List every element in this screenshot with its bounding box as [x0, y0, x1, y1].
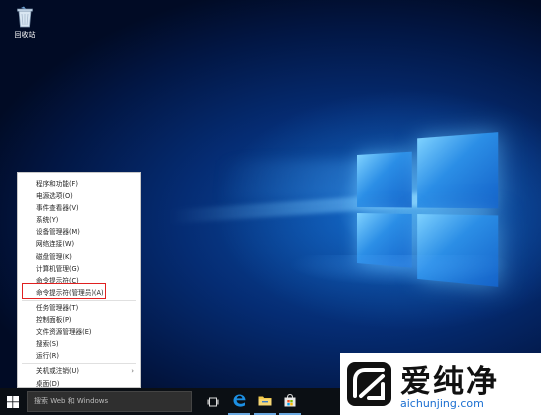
menu-item-computer-management[interactable]: 计算机管理(G) — [18, 263, 140, 275]
menu-item-shutdown-label: 关机或注销(U) — [36, 367, 79, 376]
power-user-menu: 程序和功能(F) 电源选项(O) 事件查看器(V) 系统(Y) 设备管理器(M)… — [17, 172, 141, 388]
task-view-button[interactable] — [202, 388, 224, 415]
menu-item-system[interactable]: 系统(Y) — [18, 214, 140, 226]
edge-icon — [233, 394, 245, 407]
recycle-bin-icon — [16, 6, 34, 28]
recycle-bin-shortcut[interactable]: 回收站 — [8, 6, 42, 40]
menu-item-event-viewer[interactable]: 事件查看器(V) — [18, 202, 140, 214]
menu-separator — [22, 299, 136, 301]
start-button[interactable] — [0, 388, 26, 415]
menu-item-device-manager[interactable]: 设备管理器(M) — [18, 226, 140, 238]
light-floor — [150, 255, 541, 335]
file-explorer-icon — [258, 396, 272, 406]
file-explorer-button[interactable] — [254, 388, 276, 415]
menu-item-programs-features[interactable]: 程序和功能(F) — [18, 178, 140, 190]
menu-item-network-connections[interactable]: 网络连接(W) — [18, 238, 140, 250]
menu-item-search[interactable]: 搜索(S) — [18, 338, 140, 350]
highlight-box — [22, 283, 106, 299]
recycle-bin-label: 回收站 — [14, 31, 36, 39]
watermark-brand: 爱纯净 — [400, 364, 499, 400]
menu-item-task-manager[interactable]: 任务管理器(T) — [18, 302, 140, 314]
store-icon — [284, 394, 296, 407]
menu-item-power-options[interactable]: 电源选项(O) — [18, 190, 140, 202]
menu-item-shutdown-signout[interactable]: 关机或注销(U) › — [18, 365, 140, 377]
menu-item-run[interactable]: 运行(R) — [18, 350, 140, 362]
store-button[interactable] — [279, 388, 301, 415]
menu-item-file-explorer[interactable]: 文件资源管理器(E) — [18, 326, 140, 338]
menu-item-control-panel[interactable]: 控制面板(P) — [18, 314, 140, 326]
task-view-icon — [207, 397, 219, 406]
windows-start-icon — [7, 395, 19, 408]
edge-button[interactable] — [228, 388, 250, 415]
search-box[interactable]: 搜索 Web 和 Windows — [27, 391, 192, 412]
watermark-logo — [347, 362, 391, 406]
watermark-url: aichunjing.com — [400, 397, 484, 410]
screenshot-frame: 回收站 程序和功能(F) 电源选项(O) 事件查看器(V) 系统(Y) 设备管理… — [0, 0, 541, 415]
menu-separator — [22, 363, 136, 365]
search-placeholder: 搜索 Web 和 Windows — [34, 397, 109, 405]
site-watermark: 爱纯净 aichunjing.com — [340, 353, 541, 415]
chevron-right-icon: › — [131, 367, 134, 376]
menu-item-disk-management[interactable]: 磁盘管理(K) — [18, 251, 140, 263]
